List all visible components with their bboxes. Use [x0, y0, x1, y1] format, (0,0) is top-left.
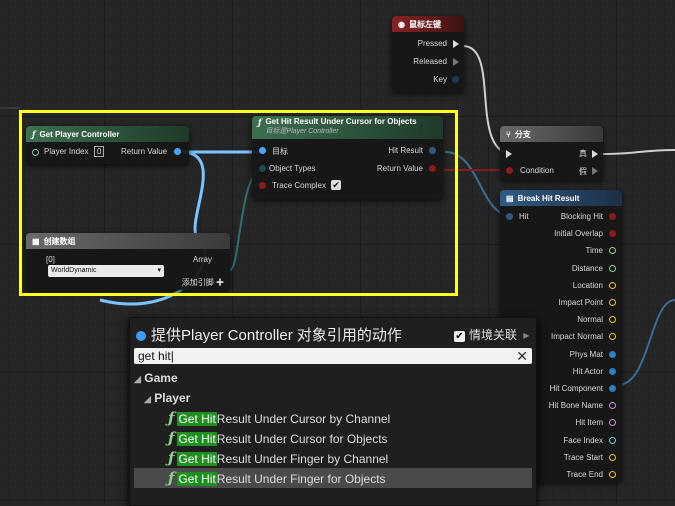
- break-output-label: Hit Actor: [572, 366, 603, 376]
- break-output-pin[interactable]: [609, 316, 616, 324]
- text-caret: |: [170, 349, 174, 363]
- chevron-right-icon: ▸: [523, 328, 530, 342]
- action-item-match: Get Hit: [177, 472, 217, 486]
- break-output-label: Phys Mat: [569, 349, 603, 359]
- action-item[interactable]: ƒ Get HitResult Under Cursor for Objects: [134, 428, 532, 448]
- action-tree[interactable]: ◢ Game ◢ Player ƒ Get HitResult Under Cur…: [134, 368, 532, 488]
- function-icon: ƒ: [168, 469, 175, 487]
- function-icon: ƒ: [168, 409, 175, 427]
- break-output-label: Time: [585, 246, 603, 256]
- true-exec-pin[interactable]: [592, 150, 598, 158]
- break-output-label: Impact Point: [558, 298, 603, 307]
- mouse-event-node[interactable]: ◉ 鼠标左键 Pressed Released Key: [392, 16, 464, 92]
- hit-component-wire: [617, 299, 675, 386]
- break-output-pin[interactable]: [609, 402, 616, 410]
- action-menu-title-text: 提供Player Controller 对象引用的动作: [151, 327, 402, 344]
- break-hit-input-pin[interactable]: [506, 213, 513, 220]
- function-icon: ƒ: [168, 449, 175, 467]
- break-output-label: Normal: [577, 315, 603, 325]
- break-output-label: Face Index: [563, 435, 603, 445]
- mouse-event-title: 鼠标左键: [408, 19, 441, 29]
- false-exec-pin[interactable]: [592, 167, 598, 175]
- break-output-label: Distance: [571, 263, 603, 273]
- break-output-pin[interactable]: [609, 299, 616, 306]
- condition-pin[interactable]: [506, 167, 513, 174]
- clear-search-icon[interactable]: ✕: [516, 348, 528, 364]
- released-exec-pin[interactable]: [453, 58, 459, 66]
- branch-exec-in-pin[interactable]: [506, 150, 512, 158]
- exec-wire-out: [599, 149, 675, 155]
- action-item[interactable]: ƒ Get HitResult Under Finger by Channel: [134, 448, 532, 468]
- action-item-label: Result Under Finger for Objects: [216, 472, 386, 486]
- action-menu-popup[interactable]: 提供Player Controller 对象引用的动作 ✔ 情境关联 ▸ get …: [129, 317, 537, 506]
- break-hit-result-header[interactable]: ▤ Break Hit Result: [500, 190, 622, 206]
- expand-arrow-icon: ◢: [144, 394, 151, 404]
- branch-icon: ⑂: [506, 129, 511, 139]
- break-output-pin[interactable]: [609, 436, 616, 444]
- function-icon: ƒ: [168, 429, 175, 447]
- break-output-pin[interactable]: [609, 453, 616, 461]
- break-hit-result-title: Break Hit Result: [517, 193, 580, 203]
- break-output-pin[interactable]: [609, 264, 616, 272]
- search-input-value: get hit: [138, 349, 171, 363]
- pressed-label: Pressed: [417, 39, 447, 48]
- break-output-pin[interactable]: [609, 385, 616, 392]
- break-output-pin[interactable]: [609, 230, 616, 238]
- break-output-label: Trace Start: [563, 452, 603, 462]
- break-output-label: Hit Item: [575, 418, 603, 428]
- action-item[interactable]: ƒ Get HitResult Under Finger for Objects: [134, 468, 532, 488]
- break-output-pin[interactable]: [609, 333, 616, 341]
- break-output-label: Location: [572, 280, 603, 290]
- break-output-pin[interactable]: [609, 367, 616, 375]
- break-output-pin[interactable]: [609, 213, 616, 220]
- break-output-pin[interactable]: [609, 350, 616, 358]
- branch-header[interactable]: ⑂ 分支: [500, 126, 603, 142]
- mouse-event-header[interactable]: ◉ 鼠标左键: [392, 16, 464, 32]
- branch-title: 分支: [514, 129, 531, 139]
- false-label: 假: [579, 167, 587, 176]
- category-game-label: Game: [144, 371, 178, 385]
- break-output-label: Trace End: [566, 470, 603, 479]
- released-label: Released: [413, 57, 447, 66]
- action-item-match: Get Hit: [177, 432, 217, 446]
- pressed-exec-pin[interactable]: [453, 40, 459, 48]
- action-item[interactable]: ƒ Get HitResult Under Cursor by Channel: [134, 408, 532, 428]
- break-output-label: Initial Overlap: [554, 229, 603, 239]
- key-pin[interactable]: [452, 76, 459, 83]
- action-item-label: Result Under Cursor for Objects: [216, 432, 388, 446]
- action-item-match: Get Hit: [177, 452, 217, 466]
- category-player[interactable]: ◢ Player: [134, 388, 532, 408]
- break-output-label: Hit Component: [549, 384, 603, 393]
- condition-label: Condition: [520, 166, 554, 175]
- break-output-label: Hit Bone Name: [548, 401, 603, 411]
- true-label: 真: [579, 149, 587, 158]
- expand-arrow-icon: ◢: [134, 374, 141, 384]
- object-pin-icon: [136, 331, 146, 341]
- key-label: Key: [433, 75, 447, 84]
- category-game[interactable]: ◢ Game: [134, 368, 532, 388]
- break-struct-icon: ▤: [506, 193, 514, 203]
- context-sensitive-checkbox[interactable]: ✔: [454, 331, 465, 342]
- break-output-pin[interactable]: [609, 419, 616, 427]
- event-icon: ◉: [398, 19, 405, 29]
- selection-highlight: [19, 110, 458, 296]
- break-output-label: Blocking Hit: [560, 212, 603, 221]
- action-item-match: Get Hit: [177, 412, 217, 426]
- break-output-pin[interactable]: [609, 471, 616, 478]
- search-input[interactable]: get hit| ✕: [134, 348, 532, 364]
- branch-node[interactable]: ⑂ 分支 Condition 真 假: [500, 126, 603, 180]
- category-player-label: Player: [154, 391, 191, 405]
- break-output-pin[interactable]: [609, 247, 616, 255]
- action-item-label: Result Under Cursor by Channel: [216, 412, 391, 426]
- context-sensitive-label: 情境关联: [469, 328, 518, 342]
- action-menu-title: 提供Player Controller 对象引用的动作: [136, 324, 402, 345]
- break-hit-input-label: Hit: [519, 212, 529, 221]
- break-output-pin[interactable]: [609, 281, 616, 289]
- action-items: ƒ Get HitResult Under Cursor by Channel ƒ G…: [134, 408, 532, 488]
- action-item-label: Result Under Finger by Channel: [216, 452, 389, 466]
- break-output-label: Impact Normal: [550, 332, 603, 342]
- context-sensitive-toggle[interactable]: ✔ 情境关联 ▸: [454, 326, 529, 343]
